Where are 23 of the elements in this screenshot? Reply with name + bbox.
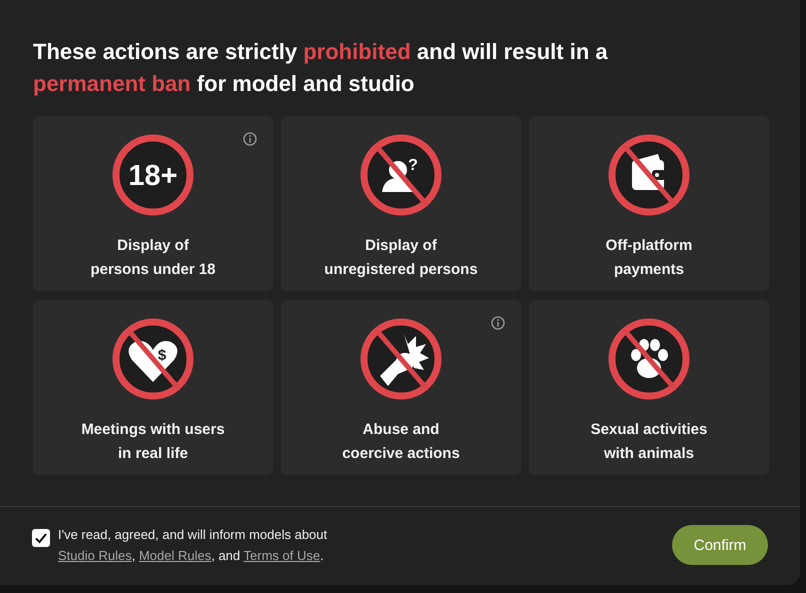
rule-label: Sexual activities with animals (590, 420, 708, 464)
icon-text: 18+ (128, 160, 178, 192)
rule-label: Display of unregistered persons (324, 236, 478, 280)
rule-label: Abuse and coercive actions (342, 420, 460, 464)
rule-label: Off-platform payments (606, 236, 692, 280)
info-icon[interactable] (491, 316, 505, 330)
rules-link[interactable]: Studio Rules (58, 548, 132, 563)
icon-text: $ (158, 347, 166, 364)
rules-link[interactable]: Terms of Use (244, 548, 320, 563)
icon-text: ? (408, 157, 418, 174)
no-fist-icon (360, 318, 442, 400)
info-icon[interactable] (243, 132, 257, 146)
age-limit-icon (112, 134, 194, 216)
agree-checkbox[interactable] (32, 529, 50, 547)
rules-link[interactable]: Model Rules (138, 548, 212, 563)
confirm-button[interactable]: Confirm (672, 525, 768, 565)
agreement-text: I've read, agreed, and will inform models about Studio Rules, Model Rules, and Terms of Use. (58, 526, 328, 565)
no-paw-icon (608, 318, 690, 400)
no-wallet-icon (608, 134, 690, 216)
dialog-title: These actions are strictly prohibited and will result in a permanent ban for model and studio (33, 38, 609, 98)
rule-label: Display of persons under 18 (90, 236, 216, 280)
no-person-icon (360, 134, 442, 216)
rule-label: Meetings with users in real life (81, 420, 225, 464)
